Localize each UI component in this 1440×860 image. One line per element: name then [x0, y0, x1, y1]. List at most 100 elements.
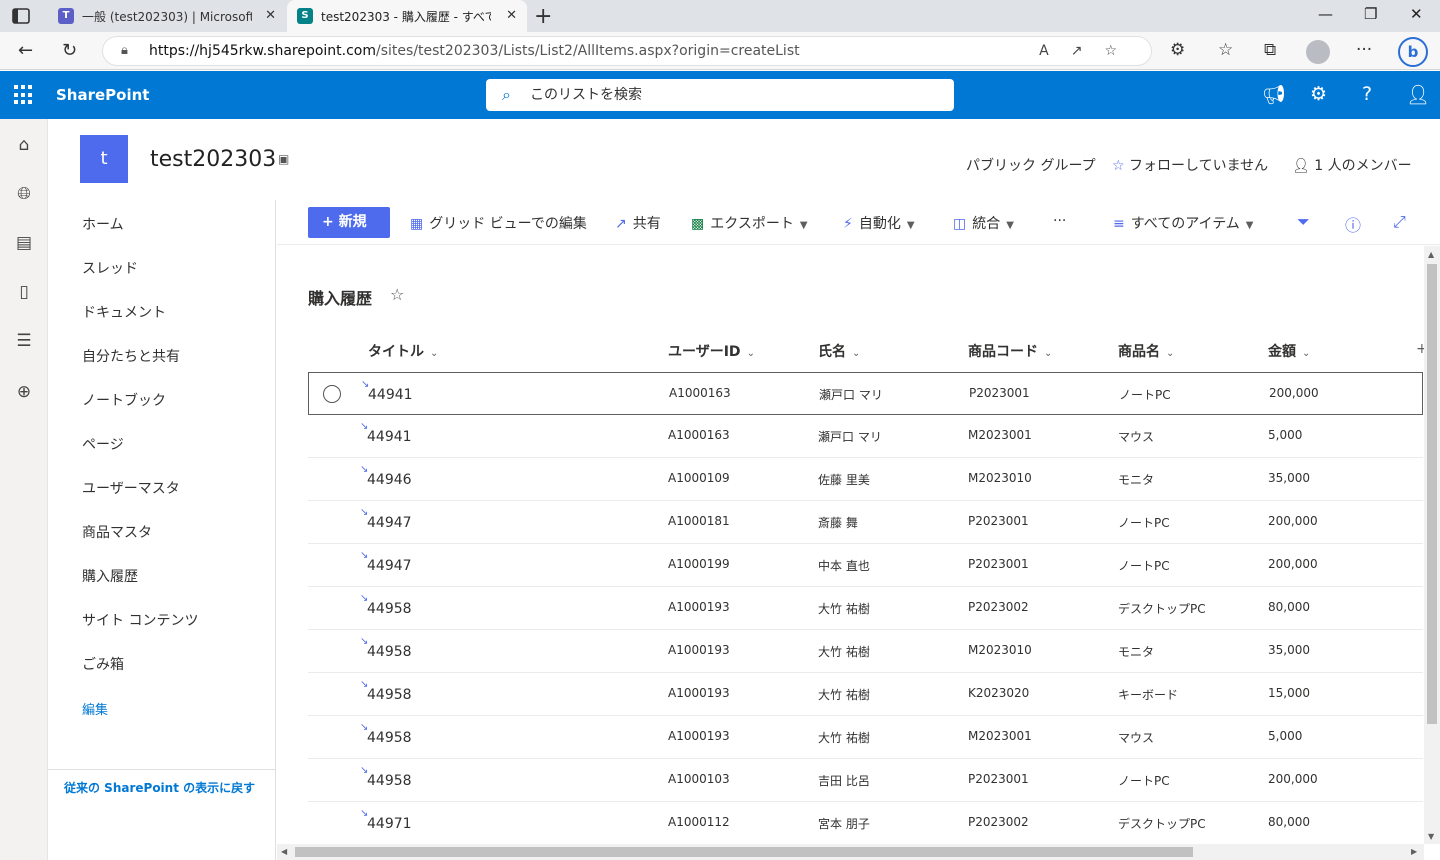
teams-icon[interactable]: ▣	[278, 152, 294, 168]
scroll-right-icon[interactable]: ▶	[1411, 847, 1417, 856]
scroll-thumb[interactable]	[295, 847, 1193, 857]
nav-item[interactable]: 自分たちと共有	[82, 346, 180, 366]
cell-title[interactable]: 44958	[367, 730, 412, 746]
nav-item[interactable]: 購入履歴	[82, 566, 138, 586]
new-tab-button[interactable]: +	[534, 4, 552, 29]
vertical-scrollbar[interactable]: ▲ ▼	[1424, 246, 1440, 844]
site-title[interactable]: test202303	[150, 147, 276, 172]
tab-teams[interactable]: T 一般 (test202303) | Microsoft Teams ✕	[48, 0, 286, 32]
gear-icon[interactable]: ⚙	[1310, 83, 1327, 105]
cell-title[interactable]: 44971	[367, 816, 412, 832]
more-button[interactable]: ···	[1053, 213, 1066, 229]
nav-edit-link[interactable]: 編集	[82, 699, 108, 718]
nav-item[interactable]: ごみ箱	[82, 654, 124, 674]
table-row[interactable]: ↘ 44941 A1000163 瀬戸口 マリ M2023001 マウス 5,0…	[308, 415, 1423, 458]
scroll-thumb[interactable]	[1427, 264, 1437, 724]
bing-icon[interactable]: b	[1398, 37, 1428, 67]
favorites-icon[interactable]: ☆	[1218, 40, 1233, 60]
share-button[interactable]: ↗ 共有	[615, 213, 661, 233]
column-header[interactable]: 氏名 ⌄	[818, 341, 860, 361]
app-launcher-icon[interactable]	[14, 85, 34, 105]
table-row[interactable]: ↘ 44958 A1000103 吉田 比呂 P2023001 ノートPC 20…	[308, 759, 1423, 802]
close-icon[interactable]: ✕	[506, 8, 517, 23]
table-row[interactable]: ↘ 44958 A1000193 大竹 祐樹 K2023020 キーボード 15…	[308, 673, 1423, 716]
follow-label: フォローしていません	[1129, 158, 1269, 174]
column-header[interactable]: ユーザーID ⌄	[668, 341, 755, 361]
nav-item[interactable]: スレッド	[82, 258, 138, 278]
collections-icon[interactable]: ⧉	[1264, 40, 1276, 60]
cell-title[interactable]: 44941	[368, 387, 413, 403]
url-field[interactable]: 🔒︎ https://hj545rkw.sharepoint.com/sites…	[102, 36, 1152, 66]
column-header[interactable]: タイトル ⌄	[368, 341, 438, 361]
table-row[interactable]: ↘ 44947 A1000181 斎藤 舞 P2023001 ノートPC 200…	[308, 501, 1423, 544]
column-header[interactable]: 金額 ⌄	[1268, 341, 1310, 361]
table-row[interactable]: ↘ 44946 A1000109 佐藤 里美 M2023010 モニタ 35,0…	[308, 458, 1423, 501]
nav-item[interactable]: ページ	[82, 434, 124, 454]
help-icon[interactable]: ?	[1362, 83, 1372, 105]
export-button[interactable]: ▩ エクスポート ▼	[691, 213, 808, 233]
home-icon[interactable]: ⌂	[14, 135, 34, 155]
nav-item[interactable]: ノートブック	[82, 390, 166, 410]
cell-title[interactable]: 44958	[367, 687, 412, 703]
row-select-radio[interactable]	[323, 385, 341, 403]
table-row[interactable]: ↘ 44971 A1000112 宮本 朋子 P2023002 デスクトップPC…	[308, 802, 1423, 845]
browser-profile-avatar[interactable]	[1306, 40, 1330, 64]
refresh-icon[interactable]: ↻	[62, 40, 77, 61]
close-icon[interactable]: ✕	[265, 8, 276, 23]
view-selector[interactable]: ≡ すべてのアイテム ▼	[1113, 213, 1254, 233]
tab-actions-icon[interactable]	[10, 6, 34, 26]
new-item-button[interactable]: + 新規	[308, 207, 390, 238]
read-aloud-icon[interactable]: A↗☆	[1039, 37, 1139, 65]
grid-edit-button[interactable]: ▦ グリッド ビューでの編集	[410, 213, 587, 233]
column-header[interactable]: 商品コード ⌄	[968, 341, 1052, 361]
site-logo[interactable]: t	[80, 135, 128, 183]
cell-title[interactable]: 44946	[367, 472, 412, 488]
table-row[interactable]: ↘ 44941 A1000163 瀬戸口 マリ P2023001 ノートPC 2…	[308, 372, 1423, 415]
tab-sharepoint[interactable]: S test202303 - 購入履歴 - すべてのアイテム ✕	[287, 0, 527, 32]
table-row[interactable]: ↘ 44958 A1000193 大竹 祐樹 M2023001 マウス 5,00…	[308, 716, 1423, 759]
create-icon[interactable]: ⊕	[14, 382, 34, 402]
scroll-down-icon[interactable]: ▼	[1428, 832, 1434, 841]
file-icon[interactable]: ▯	[14, 282, 34, 302]
favorite-star-icon[interactable]: ☆	[390, 285, 404, 304]
minimize-icon[interactable]: —	[1318, 5, 1333, 23]
follow-button[interactable]: ☆ フォローしていません	[1112, 155, 1268, 175]
globe-icon[interactable]: 🌐︎	[14, 184, 34, 204]
members-button[interactable]: 👤︎ 1 人のメンバー	[1292, 155, 1412, 175]
list-icon[interactable]: ☰	[14, 331, 34, 351]
table-row[interactable]: ↘ 44958 A1000193 大竹 祐樹 P2023002 デスクトップPC…	[308, 587, 1423, 630]
brand-name[interactable]: SharePoint	[56, 86, 149, 104]
cell-title[interactable]: 44947	[367, 558, 412, 574]
cell-title[interactable]: 44947	[367, 515, 412, 531]
account-icon[interactable]: 👤︎	[1406, 83, 1430, 106]
news-icon[interactable]: ▤	[14, 233, 34, 253]
scroll-up-icon[interactable]: ▲	[1428, 250, 1434, 259]
back-icon[interactable]: ←	[18, 40, 33, 61]
cell-title[interactable]: 44958	[367, 601, 412, 617]
window-close-icon[interactable]: ✕	[1410, 5, 1423, 23]
search-input[interactable]: ⌕ このリストを検索	[486, 79, 954, 111]
return-classic-link[interactable]: 従来の SharePoint の表示に戻す	[64, 779, 255, 796]
integrate-button[interactable]: ◫ 統合 ▼	[953, 213, 1014, 233]
nav-item[interactable]: サイト コンテンツ	[82, 610, 198, 630]
restore-icon[interactable]: ❐	[1364, 5, 1377, 23]
cell-title[interactable]: 44941	[367, 429, 412, 445]
table-row[interactable]: ↘ 44958 A1000193 大竹 祐樹 M2023010 モニタ 35,0…	[308, 630, 1423, 673]
table-row[interactable]: ↘ 44947 A1000199 中本 直也 P2023001 ノートPC 20…	[308, 544, 1423, 587]
extensions-icon[interactable]: ⚙︎	[1170, 40, 1185, 60]
expand-icon[interactable]: ⤢	[1393, 212, 1406, 232]
nav-item[interactable]: 商品マスタ	[82, 522, 152, 542]
nav-item[interactable]: ドキュメント	[82, 302, 166, 322]
more-icon[interactable]: ···	[1356, 40, 1372, 60]
filter-icon[interactable]: ⏷	[1297, 212, 1310, 232]
megaphone-icon[interactable]: 📢︎	[1262, 83, 1286, 106]
horizontal-scrollbar[interactable]: ◀ ▶	[277, 844, 1424, 860]
nav-item[interactable]: ホーム	[82, 214, 124, 234]
info-icon[interactable]: ⓘ	[1345, 212, 1361, 236]
scroll-left-icon[interactable]: ◀	[281, 847, 287, 856]
column-header[interactable]: 商品名 ⌄	[1118, 341, 1174, 361]
automate-button[interactable]: ⚡ 自動化 ▼	[843, 213, 915, 233]
nav-item[interactable]: ユーザーマスタ	[82, 478, 180, 498]
cell-title[interactable]: 44958	[367, 644, 412, 660]
cell-title[interactable]: 44958	[367, 773, 412, 789]
